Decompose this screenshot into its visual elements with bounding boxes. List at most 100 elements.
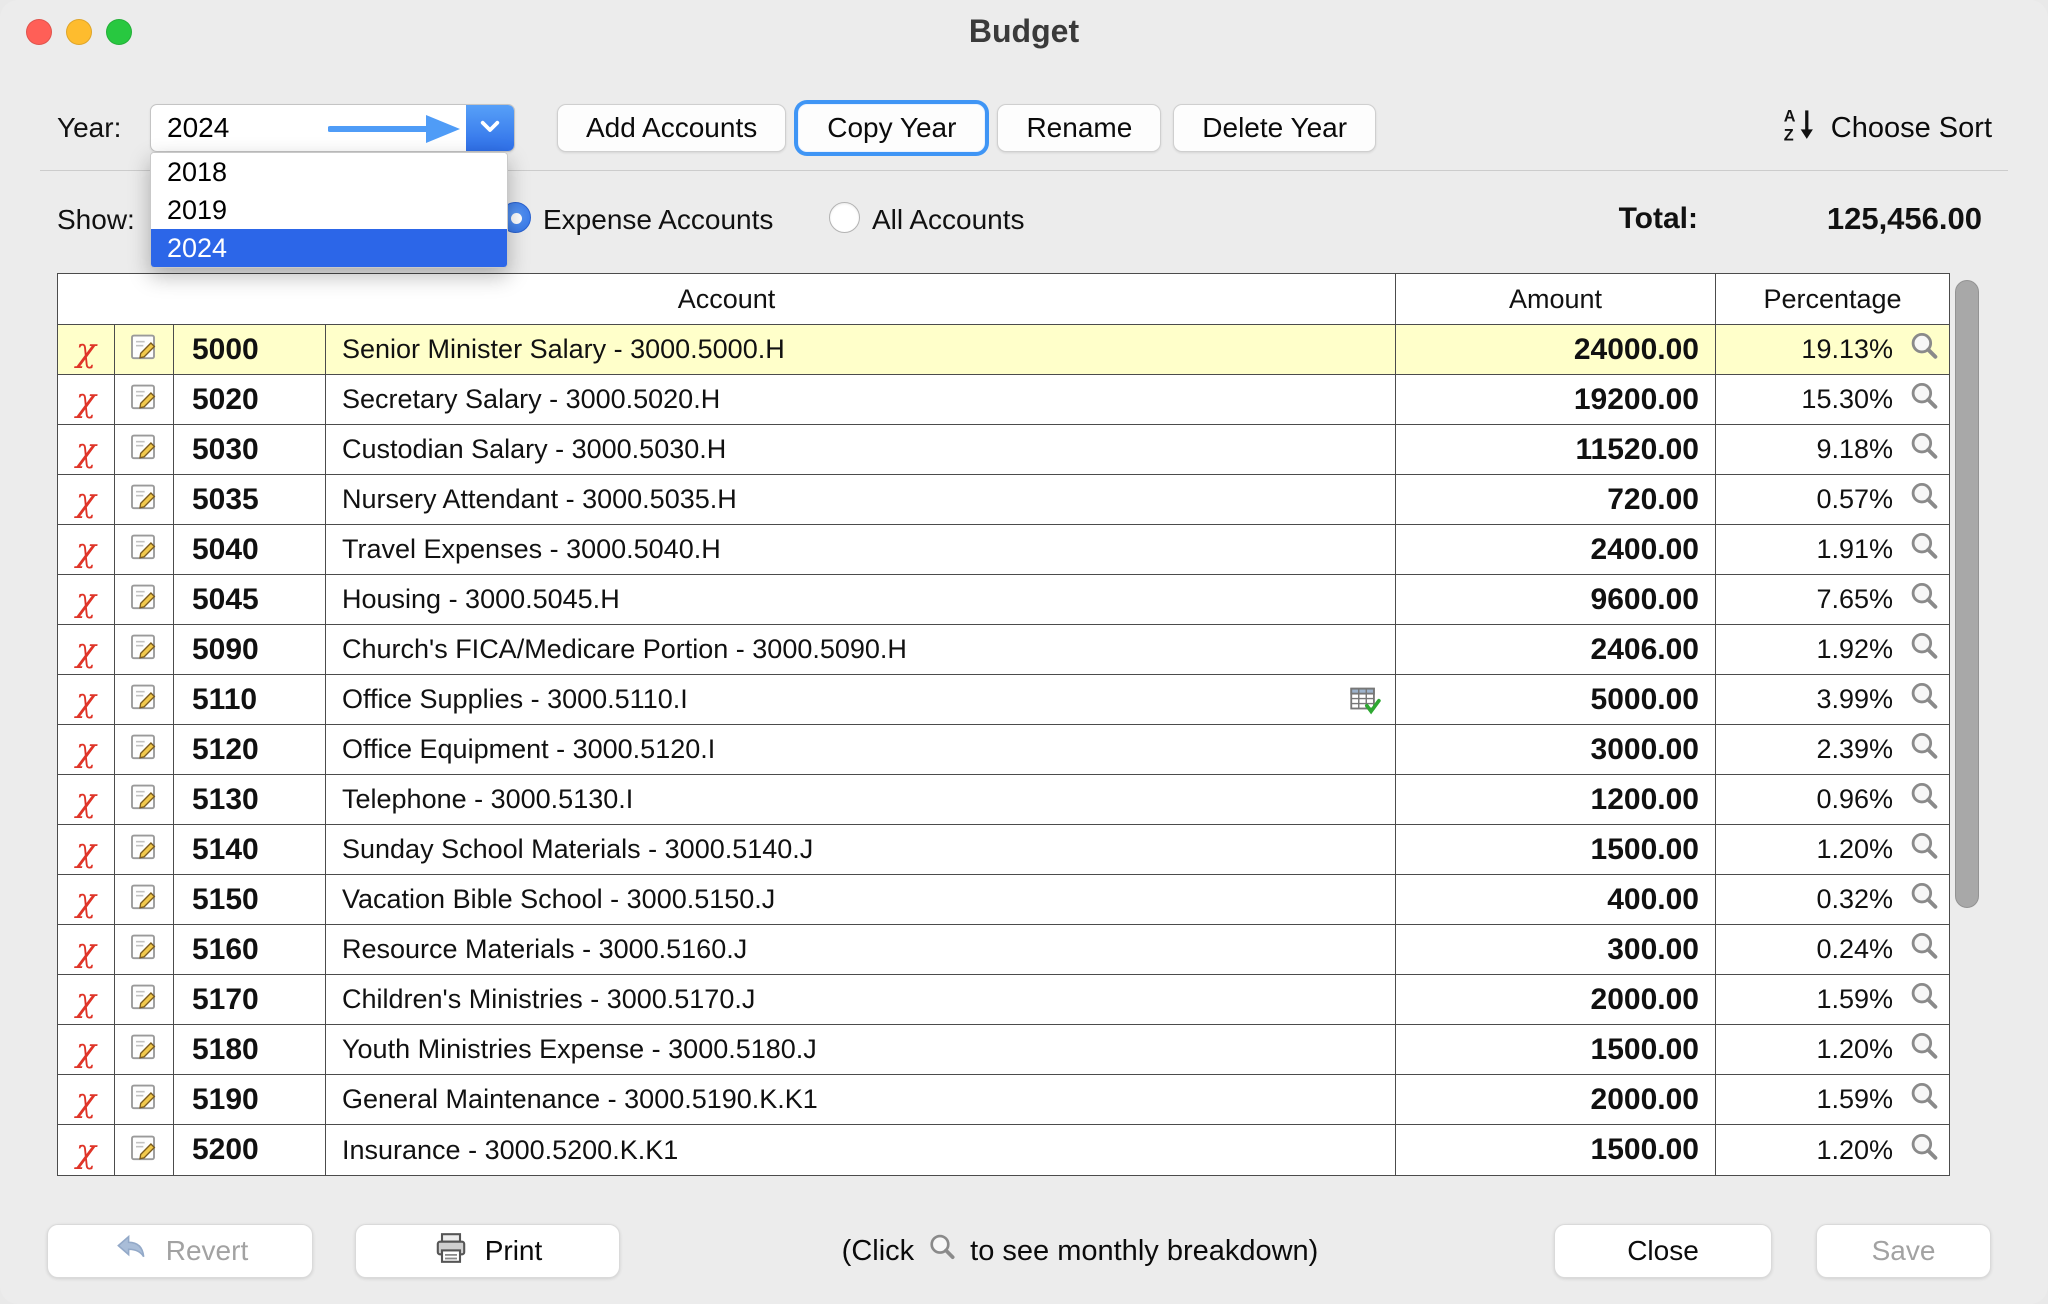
table-row[interactable]: χ 5140 Sunday School Materials - 3000.51… — [58, 825, 1949, 875]
amount-value[interactable]: 9600.00 — [1395, 575, 1715, 624]
close-button[interactable]: Close — [1554, 1224, 1772, 1278]
table-row[interactable]: χ 5190 General Maintenance - 3000.5190.K… — [58, 1075, 1949, 1125]
delete-row-button[interactable]: χ — [58, 775, 115, 824]
amount-value[interactable]: 2400.00 — [1395, 525, 1715, 574]
edit-row-button[interactable] — [115, 775, 174, 824]
edit-row-button[interactable] — [115, 1025, 174, 1074]
amount-value[interactable]: 1500.00 — [1395, 825, 1715, 874]
row-magnifier-icon[interactable] — [1907, 579, 1941, 620]
table-row[interactable]: χ 5170 Children's Ministries - 3000.5170… — [58, 975, 1949, 1025]
add-accounts-button[interactable]: Add Accounts — [557, 104, 786, 152]
edit-row-button[interactable] — [115, 725, 174, 774]
delete-row-button[interactable]: χ — [58, 425, 115, 474]
row-magnifier-icon[interactable] — [1907, 629, 1941, 670]
row-magnifier-icon[interactable] — [1907, 829, 1941, 870]
delete-row-button[interactable]: χ — [58, 1025, 115, 1074]
table-row[interactable]: χ 5180 Youth Ministries Expense - 3000.5… — [58, 1025, 1949, 1075]
edit-row-button[interactable] — [115, 675, 174, 724]
edit-row-button[interactable] — [115, 1125, 174, 1175]
delete-row-button[interactable]: χ — [58, 325, 115, 374]
edit-row-button[interactable] — [115, 875, 174, 924]
delete-row-button[interactable]: χ — [58, 925, 115, 974]
year-option-2019[interactable]: 2019 — [151, 191, 507, 229]
edit-row-button[interactable] — [115, 575, 174, 624]
row-magnifier-icon[interactable] — [1907, 729, 1941, 770]
edit-row-button[interactable] — [115, 525, 174, 574]
amount-value[interactable]: 300.00 — [1395, 925, 1715, 974]
row-magnifier-icon[interactable] — [1907, 979, 1941, 1020]
table-row[interactable]: χ 5120 Office Equipment - 3000.5120.I — [58, 725, 1949, 775]
all-accounts-radio[interactable] — [829, 202, 860, 233]
copy-year-button[interactable]: Copy Year — [798, 104, 985, 152]
amount-value[interactable]: 400.00 — [1395, 875, 1715, 924]
table-row[interactable]: χ 5160 Resource Materials - 3000.5160.J — [58, 925, 1949, 975]
edit-row-button[interactable] — [115, 925, 174, 974]
amount-value[interactable]: 1200.00 — [1395, 775, 1715, 824]
table-row[interactable]: χ 5150 Vacation Bible School - 3000.5150… — [58, 875, 1949, 925]
table-row[interactable]: χ 5040 Travel Expenses - 3000.5040.H — [58, 525, 1949, 575]
delete-row-button[interactable]: χ — [58, 975, 115, 1024]
delete-row-button[interactable]: χ — [58, 725, 115, 774]
delete-row-button[interactable]: χ — [58, 825, 115, 874]
amount-value[interactable]: 24000.00 — [1395, 325, 1715, 374]
revert-button[interactable]: Revert — [47, 1224, 313, 1278]
delete-row-button[interactable]: χ — [58, 1125, 115, 1175]
delete-year-button[interactable]: Delete Year — [1173, 104, 1376, 152]
amount-value[interactable]: 3000.00 — [1395, 725, 1715, 774]
table-row[interactable]: χ 5090 Church's FICA/Medicare Portion - … — [58, 625, 1949, 675]
table-row[interactable]: χ 5045 Housing - 3000.5045.H — [58, 575, 1949, 625]
edit-row-button[interactable] — [115, 375, 174, 424]
row-magnifier-icon[interactable] — [1907, 679, 1941, 720]
edit-row-button[interactable] — [115, 625, 174, 674]
delete-row-button[interactable]: χ — [58, 575, 115, 624]
delete-row-button[interactable]: χ — [58, 625, 115, 674]
year-option-2018[interactable]: 2018 — [151, 153, 507, 191]
amount-value[interactable]: 1500.00 — [1395, 1025, 1715, 1074]
table-row[interactable]: χ 5035 Nursery Attendant - 3000.5035.H — [58, 475, 1949, 525]
row-magnifier-icon[interactable] — [1907, 879, 1941, 920]
print-button[interactable]: Print — [355, 1224, 620, 1278]
row-magnifier-icon[interactable] — [1907, 479, 1941, 520]
edit-row-button[interactable] — [115, 425, 174, 474]
table-row[interactable]: χ 5030 Custodian Salary - 3000.5030.H — [58, 425, 1949, 475]
row-magnifier-icon[interactable] — [1907, 1130, 1941, 1171]
choose-sort-button[interactable]: A Z Choose Sort — [1781, 105, 1992, 151]
amount-value[interactable]: 720.00 — [1395, 475, 1715, 524]
year-dropdown-button[interactable] — [466, 105, 514, 151]
row-magnifier-icon[interactable] — [1907, 929, 1941, 970]
table-row[interactable]: χ 5110 Office Supplies - 3000.5110.I — [58, 675, 1949, 725]
amount-value[interactable]: 2000.00 — [1395, 975, 1715, 1024]
year-option-2024[interactable]: 2024 — [151, 229, 507, 267]
delete-row-button[interactable]: χ — [58, 525, 115, 574]
row-magnifier-icon[interactable] — [1907, 329, 1941, 370]
table-row[interactable]: χ 5020 Secretary Salary - 3000.5020.H — [58, 375, 1949, 425]
amount-value[interactable]: 11520.00 — [1395, 425, 1715, 474]
row-magnifier-icon[interactable] — [1907, 1079, 1941, 1120]
row-magnifier-icon[interactable] — [1907, 1029, 1941, 1070]
amount-value[interactable]: 2000.00 — [1395, 1075, 1715, 1124]
row-magnifier-icon[interactable] — [1907, 379, 1941, 420]
delete-row-button[interactable]: χ — [58, 375, 115, 424]
table-row[interactable]: χ 5000 Senior Minister Salary - 3000.500… — [58, 325, 1949, 375]
delete-row-button[interactable]: χ — [58, 875, 115, 924]
amount-value[interactable]: 2406.00 — [1395, 625, 1715, 674]
table-row[interactable]: χ 5130 Telephone - 3000.5130.I — [58, 775, 1949, 825]
edit-row-button[interactable] — [115, 475, 174, 524]
amount-value[interactable]: 5000.00 — [1395, 675, 1715, 724]
save-button[interactable]: Save — [1816, 1224, 1991, 1278]
edit-row-button[interactable] — [115, 1075, 174, 1124]
amount-value[interactable]: 19200.00 — [1395, 375, 1715, 424]
vertical-scrollbar[interactable] — [1955, 280, 1979, 908]
amount-value[interactable]: 1500.00 — [1395, 1125, 1715, 1175]
rename-button[interactable]: Rename — [997, 104, 1161, 152]
delete-row-button[interactable]: χ — [58, 1075, 115, 1124]
row-magnifier-icon[interactable] — [1907, 779, 1941, 820]
row-magnifier-icon[interactable] — [1907, 429, 1941, 470]
row-magnifier-icon[interactable] — [1907, 529, 1941, 570]
delete-row-button[interactable]: χ — [58, 675, 115, 724]
table-row[interactable]: χ 5200 Insurance - 3000.5200.K.K1 — [58, 1125, 1949, 1175]
edit-row-button[interactable] — [115, 325, 174, 374]
delete-row-button[interactable]: χ — [58, 475, 115, 524]
edit-row-button[interactable] — [115, 825, 174, 874]
edit-row-button[interactable] — [115, 975, 174, 1024]
